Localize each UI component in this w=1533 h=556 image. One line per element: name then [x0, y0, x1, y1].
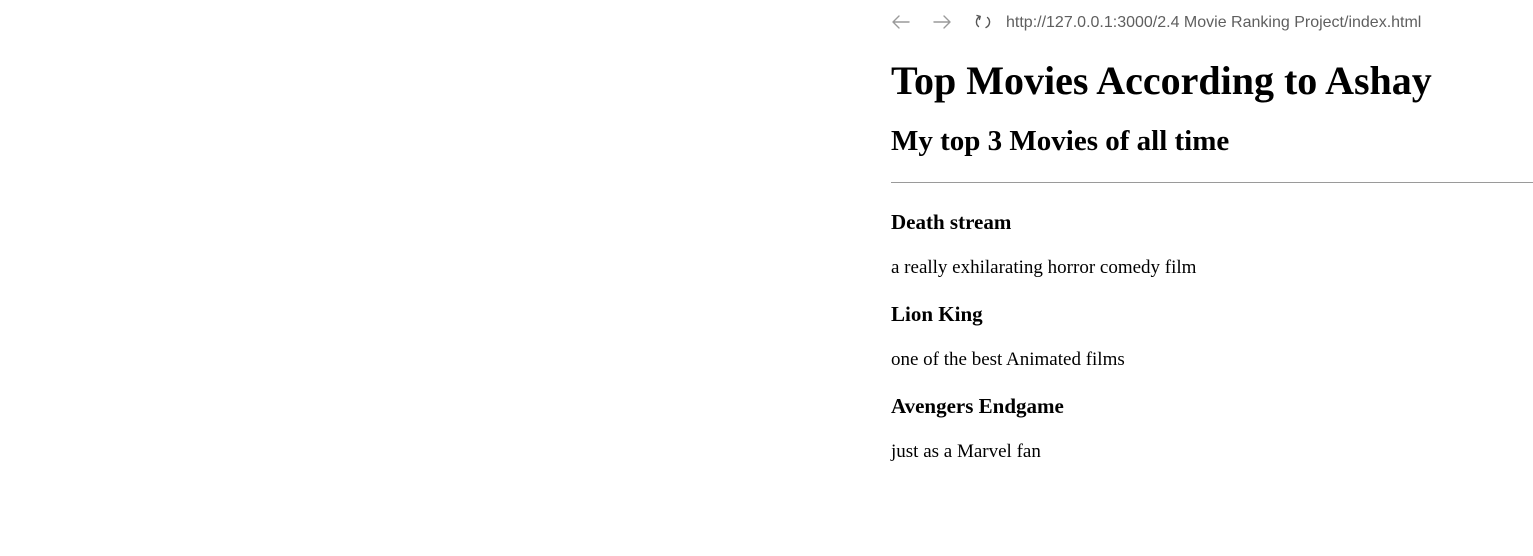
movie-title: Death stream	[891, 210, 1012, 234]
reload-button[interactable]	[969, 8, 997, 36]
movie-title: Avengers Endgame	[891, 394, 1064, 418]
page-subtitle: My top 3 Movies of all time	[891, 125, 1230, 157]
blank-left-pane	[0, 0, 870, 556]
browser-preview-pane: http://127.0.0.1:3000/2.4 Movie Ranking …	[870, 0, 1533, 556]
movie-title: Lion King	[891, 302, 983, 326]
movie-list: Death stream a really exhilarating horro…	[891, 209, 1533, 463]
arrow-left-icon	[892, 15, 910, 29]
address-bar[interactable]: http://127.0.0.1:3000/2.4 Movie Ranking …	[1006, 11, 1526, 35]
divider	[891, 182, 1533, 183]
back-button[interactable]	[887, 8, 915, 36]
movie-description: one of the best Animated films	[891, 349, 1125, 370]
reload-icon	[974, 13, 992, 31]
page-content: Top Movies According to Ashay My top 3 M…	[891, 44, 1533, 463]
forward-button[interactable]	[928, 8, 956, 36]
movie-description: a really exhilarating horror comedy film	[891, 257, 1197, 278]
browser-toolbar: http://127.0.0.1:3000/2.4 Movie Ranking …	[870, 0, 1533, 44]
movie-description: just as a Marvel fan	[891, 441, 1041, 462]
arrow-right-icon	[933, 15, 951, 29]
page-title: Top Movies According to Ashay	[891, 58, 1432, 103]
